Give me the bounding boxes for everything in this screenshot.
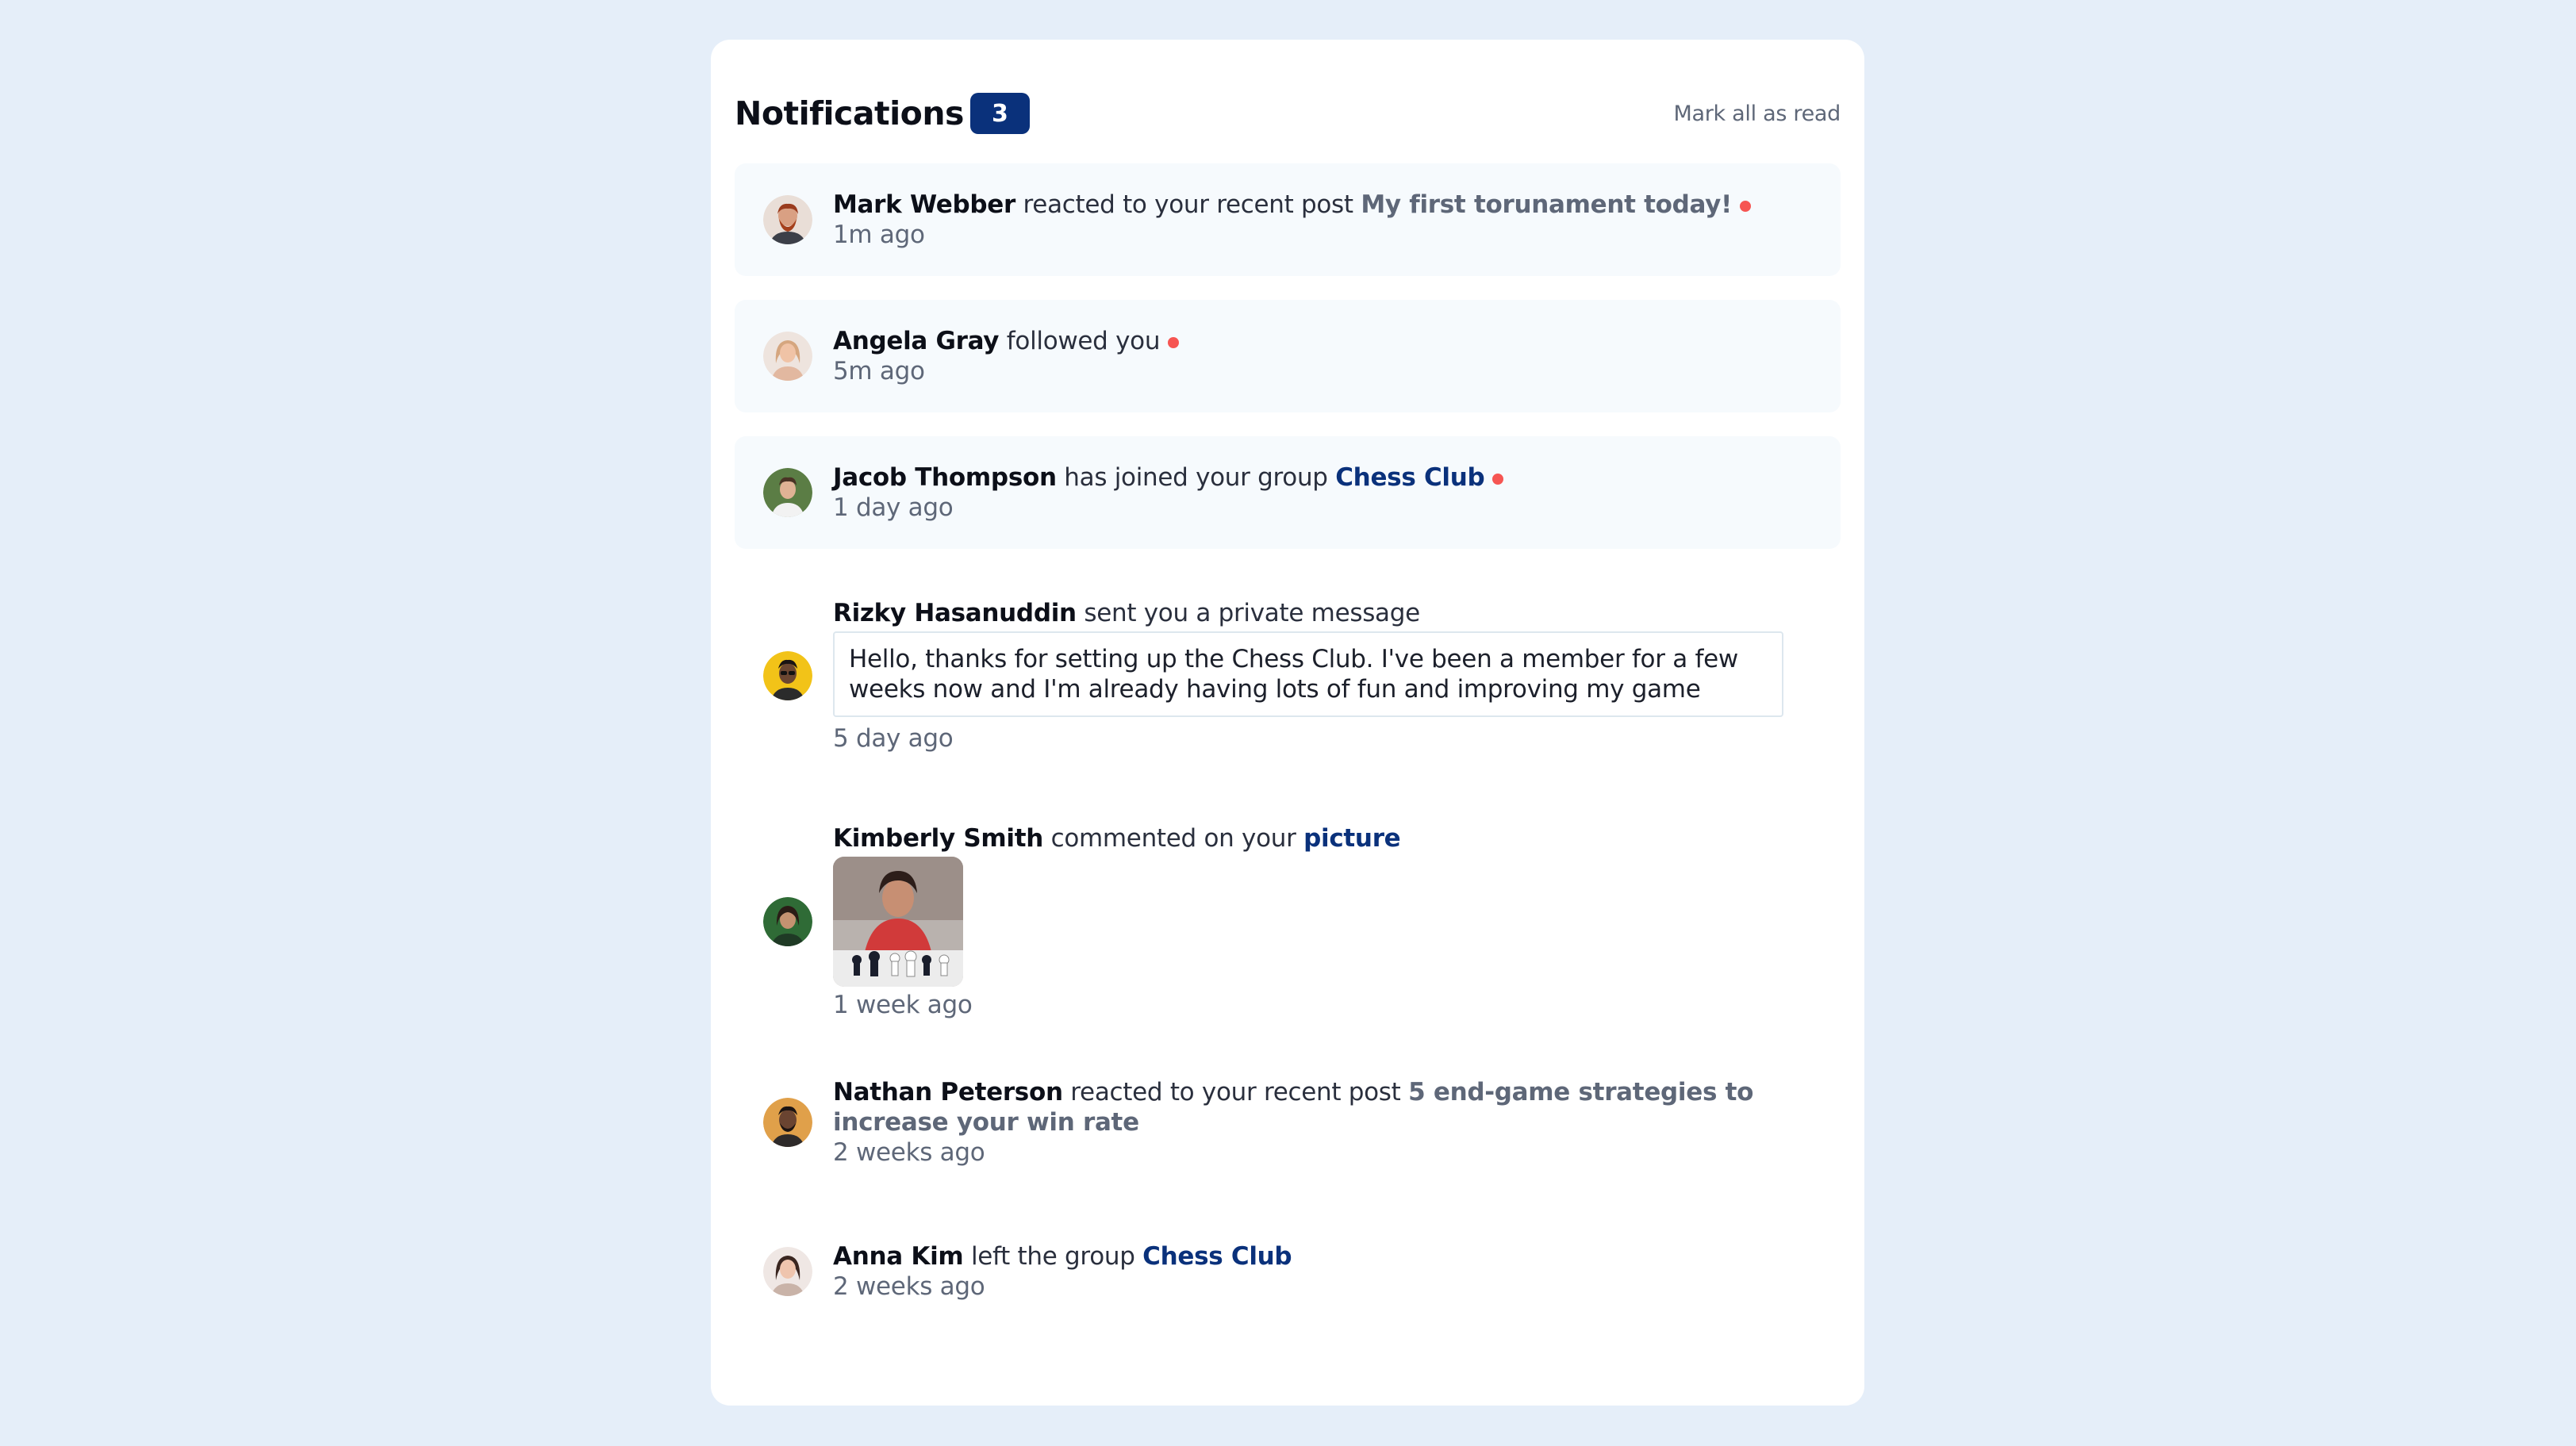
avatar[interactable] — [763, 1247, 812, 1296]
notification-body: Nathan Peterson reacted to your recent p… — [833, 1077, 1812, 1168]
notification-text: Angela Gray followed you — [833, 326, 1812, 356]
mark-all-read-button[interactable]: Mark all as read — [1674, 102, 1841, 126]
unread-count-badge: 3 — [969, 93, 1030, 134]
notification-text: Kimberly Smith commented on your picture — [833, 823, 1812, 853]
notification-action: reacted to your recent post — [1015, 190, 1361, 219]
notification-time: 2 weeks ago — [833, 1138, 985, 1167]
notification-body: Angela Gray followed you 5m ago — [833, 326, 1812, 386]
unread-dot — [1492, 473, 1504, 485]
notification-body: Mark Webber reacted to your recent post … — [833, 190, 1812, 250]
user-name-link[interactable]: Mark Webber — [833, 190, 1015, 219]
notification-action: followed you — [999, 327, 1161, 355]
page-title: Notifications — [735, 94, 964, 132]
notification-item[interactable]: Rizky Hasanuddin sent you a private mess… — [735, 573, 1841, 779]
notification-body: Kimberly Smith commented on your picture — [833, 823, 1812, 1020]
notifications-card: Notifications 3 Mark all as read Mark We… — [711, 40, 1864, 1406]
user-name-link[interactable]: Anna Kim — [833, 1242, 964, 1271]
notification-action: has joined your group — [1056, 463, 1336, 492]
private-message[interactable]: Hello, thanks for setting up the Chess C… — [833, 631, 1783, 717]
notification-item[interactable]: Kimberly Smith commented on your picture — [735, 803, 1841, 1041]
notification-body: Anna Kim left the group Chess Club 2 wee… — [833, 1241, 1812, 1302]
group-link[interactable]: Chess Club — [1335, 463, 1484, 492]
notification-text: Nathan Peterson reacted to your recent p… — [833, 1077, 1812, 1137]
notification-action: left the group — [963, 1242, 1143, 1271]
title-wrap: Notifications 3 — [735, 93, 1030, 134]
user-name-link[interactable]: Angela Gray — [833, 327, 1000, 355]
commented-picture-thumbnail[interactable] — [833, 857, 963, 987]
notification-item[interactable]: Jacob Thompson has joined your group Che… — [735, 436, 1841, 549]
post-link[interactable]: My first torunament today! — [1361, 190, 1732, 219]
notification-time: 5m ago — [833, 357, 925, 385]
avatar[interactable] — [763, 468, 812, 517]
notification-item[interactable]: Nathan Peterson reacted to your recent p… — [735, 1063, 1841, 1182]
avatar[interactable] — [763, 1098, 812, 1147]
avatar[interactable] — [763, 897, 812, 946]
unread-dot — [1739, 200, 1751, 212]
notification-time: 2 weeks ago — [833, 1272, 985, 1301]
notification-action: sent you a private message — [1076, 599, 1420, 627]
notification-time: 1 week ago — [833, 991, 973, 1019]
notification-text: Jacob Thompson has joined your group Che… — [833, 462, 1812, 493]
notification-text: Anna Kim left the group Chess Club — [833, 1241, 1812, 1271]
notification-body: Rizky Hasanuddin sent you a private mess… — [833, 598, 1812, 754]
user-name-link[interactable]: Jacob Thompson — [833, 463, 1057, 492]
picture-link[interactable]: picture — [1303, 824, 1401, 853]
notification-action: commented on your — [1043, 824, 1304, 853]
notification-time: 1m ago — [833, 221, 925, 249]
notification-text: Mark Webber reacted to your recent post … — [833, 190, 1812, 220]
avatar[interactable] — [763, 332, 812, 381]
avatar[interactable] — [763, 651, 812, 700]
user-name-link[interactable]: Nathan Peterson — [833, 1078, 1063, 1107]
user-name-link[interactable]: Kimberly Smith — [833, 824, 1043, 853]
unread-dot — [1168, 336, 1180, 348]
notification-time: 5 day ago — [833, 724, 954, 753]
notification-body: Jacob Thompson has joined your group Che… — [833, 462, 1812, 523]
group-link[interactable]: Chess Club — [1142, 1242, 1292, 1271]
avatar[interactable] — [763, 195, 812, 244]
user-name-link[interactable]: Rizky Hasanuddin — [833, 599, 1077, 627]
notification-time: 1 day ago — [833, 493, 954, 522]
notification-item[interactable]: Anna Kim left the group Chess Club 2 wee… — [735, 1220, 1841, 1323]
notification-item[interactable]: Mark Webber reacted to your recent post … — [735, 163, 1841, 276]
notification-text: Rizky Hasanuddin sent you a private mess… — [833, 598, 1812, 628]
notification-item[interactable]: Angela Gray followed you 5m ago — [735, 300, 1841, 412]
notification-action: reacted to your recent post — [1062, 1078, 1409, 1107]
notifications-header: Notifications 3 Mark all as read — [735, 86, 1841, 141]
